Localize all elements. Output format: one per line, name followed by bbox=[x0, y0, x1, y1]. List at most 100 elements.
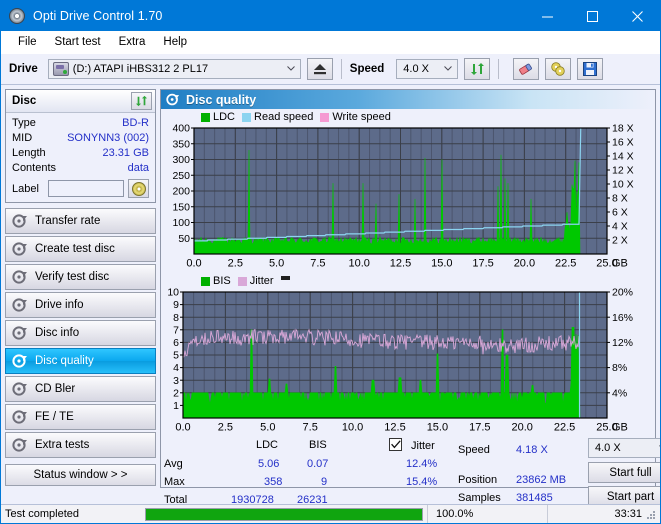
menu-help[interactable]: Help bbox=[154, 34, 196, 50]
disc-quality-panel: Disc quality LDC Read speed Write speed bbox=[160, 89, 660, 507]
sidebar-item-disc-quality[interactable]: Disc quality bbox=[5, 348, 156, 374]
svg-text:20.0: 20.0 bbox=[514, 258, 535, 270]
test-speed-select[interactable]: 4.0 X bbox=[588, 438, 660, 458]
status-message: Test completed bbox=[5, 508, 79, 520]
disc-icon bbox=[166, 93, 180, 106]
sidebar-item-disc-info[interactable]: Disc info bbox=[5, 320, 156, 346]
sidebar-item-drive-info[interactable]: Drive info bbox=[5, 292, 156, 318]
stats-row-avg: Avg bbox=[164, 458, 183, 470]
close-icon[interactable] bbox=[615, 1, 660, 31]
legend-label: Read speed bbox=[254, 111, 314, 123]
sidebar-item-extra-tests[interactable]: Extra tests bbox=[5, 432, 156, 458]
status-window-button[interactable]: Status window > > bbox=[5, 464, 156, 486]
disc-row-type: Type BD-R bbox=[12, 116, 149, 131]
sidebar-item-label: Disc quality bbox=[35, 355, 94, 367]
svg-text:400: 400 bbox=[172, 124, 190, 135]
svg-text:6: 6 bbox=[173, 337, 179, 349]
svg-text:200: 200 bbox=[172, 186, 190, 198]
disc-label-key: Label bbox=[12, 182, 39, 195]
chart-bis: 1 2 3 4 5 6 7 8 9 10 4% 8% 12% 16% 20% 0.0 2.5 5.0 7.5 10.0… bbox=[161, 288, 655, 436]
svg-text:20%: 20% bbox=[612, 288, 633, 299]
svg-text:4: 4 bbox=[173, 362, 179, 374]
refresh-button[interactable] bbox=[464, 58, 491, 80]
svg-text:15.0: 15.0 bbox=[427, 422, 448, 434]
disc-quality-header: Disc quality bbox=[161, 90, 655, 109]
svg-text:14 X: 14 X bbox=[612, 151, 634, 163]
toolbar: Drive (D:) ATAPI iHBS312 2 PL17 Speed 4.… bbox=[1, 54, 660, 85]
svg-text:12 X: 12 X bbox=[612, 165, 634, 177]
refresh-icon bbox=[135, 95, 148, 107]
sidebar-item-transfer-rate[interactable]: Transfer rate bbox=[5, 208, 156, 234]
disc-icon bbox=[12, 214, 27, 228]
minimize-icon[interactable] bbox=[525, 1, 570, 31]
nav-list: Transfer rate Create test disc Verify te… bbox=[5, 208, 156, 458]
menu-start-test[interactable]: Start test bbox=[46, 34, 110, 50]
progress-bar bbox=[141, 505, 427, 524]
svg-text:7: 7 bbox=[173, 324, 179, 336]
stats-col-ldc: LDC bbox=[256, 439, 279, 451]
disc-row-key: Type bbox=[12, 117, 36, 129]
resize-grip-icon[interactable] bbox=[645, 509, 657, 521]
svg-text:0.0: 0.0 bbox=[175, 422, 190, 434]
disc-refresh-button[interactable] bbox=[131, 92, 152, 110]
svg-text:4%: 4% bbox=[612, 387, 627, 399]
sidebar-item-create-test-disc[interactable]: Create test disc bbox=[5, 236, 156, 262]
disc-row-key: Contents bbox=[12, 162, 57, 174]
app-icon bbox=[9, 8, 25, 24]
sidebar-item-cd-bler[interactable]: CD Bler bbox=[5, 376, 156, 402]
svg-text:5.0: 5.0 bbox=[269, 258, 284, 270]
svg-text:2.5: 2.5 bbox=[218, 422, 233, 434]
svg-text:7.5: 7.5 bbox=[303, 422, 318, 434]
compare-button[interactable] bbox=[545, 58, 572, 80]
speed-select[interactable]: 4.0 X bbox=[396, 59, 459, 79]
start-full-button[interactable]: Start full bbox=[588, 462, 660, 483]
legend-swatch bbox=[201, 276, 210, 286]
drive-label: Drive bbox=[9, 63, 38, 75]
menu-file[interactable]: File bbox=[9, 34, 46, 50]
disc-row-value: BD-R bbox=[122, 117, 149, 129]
svg-text:16 X: 16 X bbox=[612, 137, 634, 149]
sidebar-item-label: FE / TE bbox=[35, 411, 74, 423]
chart-bis-svg: 12345678910 4% 8% 12% 16% 20% 0.0 2.5 5.0 7.5 10.0… bbox=[167, 288, 633, 434]
save-button[interactable] bbox=[577, 58, 604, 80]
eject-button[interactable] bbox=[306, 58, 333, 80]
svg-text:22.5: 22.5 bbox=[555, 258, 576, 270]
disc-icon bbox=[12, 382, 27, 396]
quality-area: Disc quality LDC Read speed Write speed bbox=[159, 85, 660, 507]
eject-icon bbox=[313, 64, 326, 75]
disc-icon bbox=[131, 181, 146, 196]
disc-label-apply-button[interactable] bbox=[128, 179, 149, 198]
progress-percent: 100.0% bbox=[427, 504, 547, 523]
progress-track bbox=[145, 507, 423, 521]
svg-text:2.5: 2.5 bbox=[228, 258, 243, 270]
svg-text:4 X: 4 X bbox=[612, 221, 628, 233]
stats-position-label: Position bbox=[458, 474, 498, 486]
jitter-checkbox[interactable] bbox=[389, 438, 402, 452]
maximize-icon[interactable] bbox=[570, 1, 615, 31]
disc-row-mid: MID SONYNN3 (002) bbox=[12, 131, 149, 146]
disc-quality-title: Disc quality bbox=[186, 92, 257, 107]
sidebar-item-label: Disc info bbox=[35, 327, 80, 339]
stats-max-bis: 9 bbox=[321, 476, 328, 488]
svg-text:15.0: 15.0 bbox=[431, 258, 452, 270]
legend-swatch bbox=[201, 112, 210, 122]
menu-bar: File Start test Extra Help bbox=[1, 31, 660, 54]
window-controls bbox=[525, 1, 660, 31]
svg-text:3: 3 bbox=[173, 375, 179, 387]
eraser-icon bbox=[519, 63, 533, 75]
refresh-icon bbox=[470, 63, 484, 75]
sidebar-item-fe-te[interactable]: FE / TE bbox=[5, 404, 156, 430]
sidebar-item-verify-test-disc[interactable]: Verify test disc bbox=[5, 264, 156, 290]
svg-text:8 X: 8 X bbox=[612, 193, 628, 205]
disc-label-input[interactable] bbox=[48, 180, 124, 197]
chevron-down-icon bbox=[444, 66, 453, 71]
legend-label: Jitter bbox=[249, 275, 274, 287]
menu-extra[interactable]: Extra bbox=[110, 34, 155, 50]
legend-label: BIS bbox=[213, 275, 231, 287]
stats-max-ldc: 358 bbox=[264, 476, 283, 488]
erase-button[interactable] bbox=[513, 58, 540, 80]
drive-select[interactable]: (D:) ATAPI iHBS312 2 PL17 bbox=[47, 59, 301, 79]
disc-row-value: 23.31 GB bbox=[102, 147, 149, 159]
chart-bis-legend: BIS Jitter bbox=[161, 272, 655, 288]
svg-text:12%: 12% bbox=[612, 337, 633, 349]
